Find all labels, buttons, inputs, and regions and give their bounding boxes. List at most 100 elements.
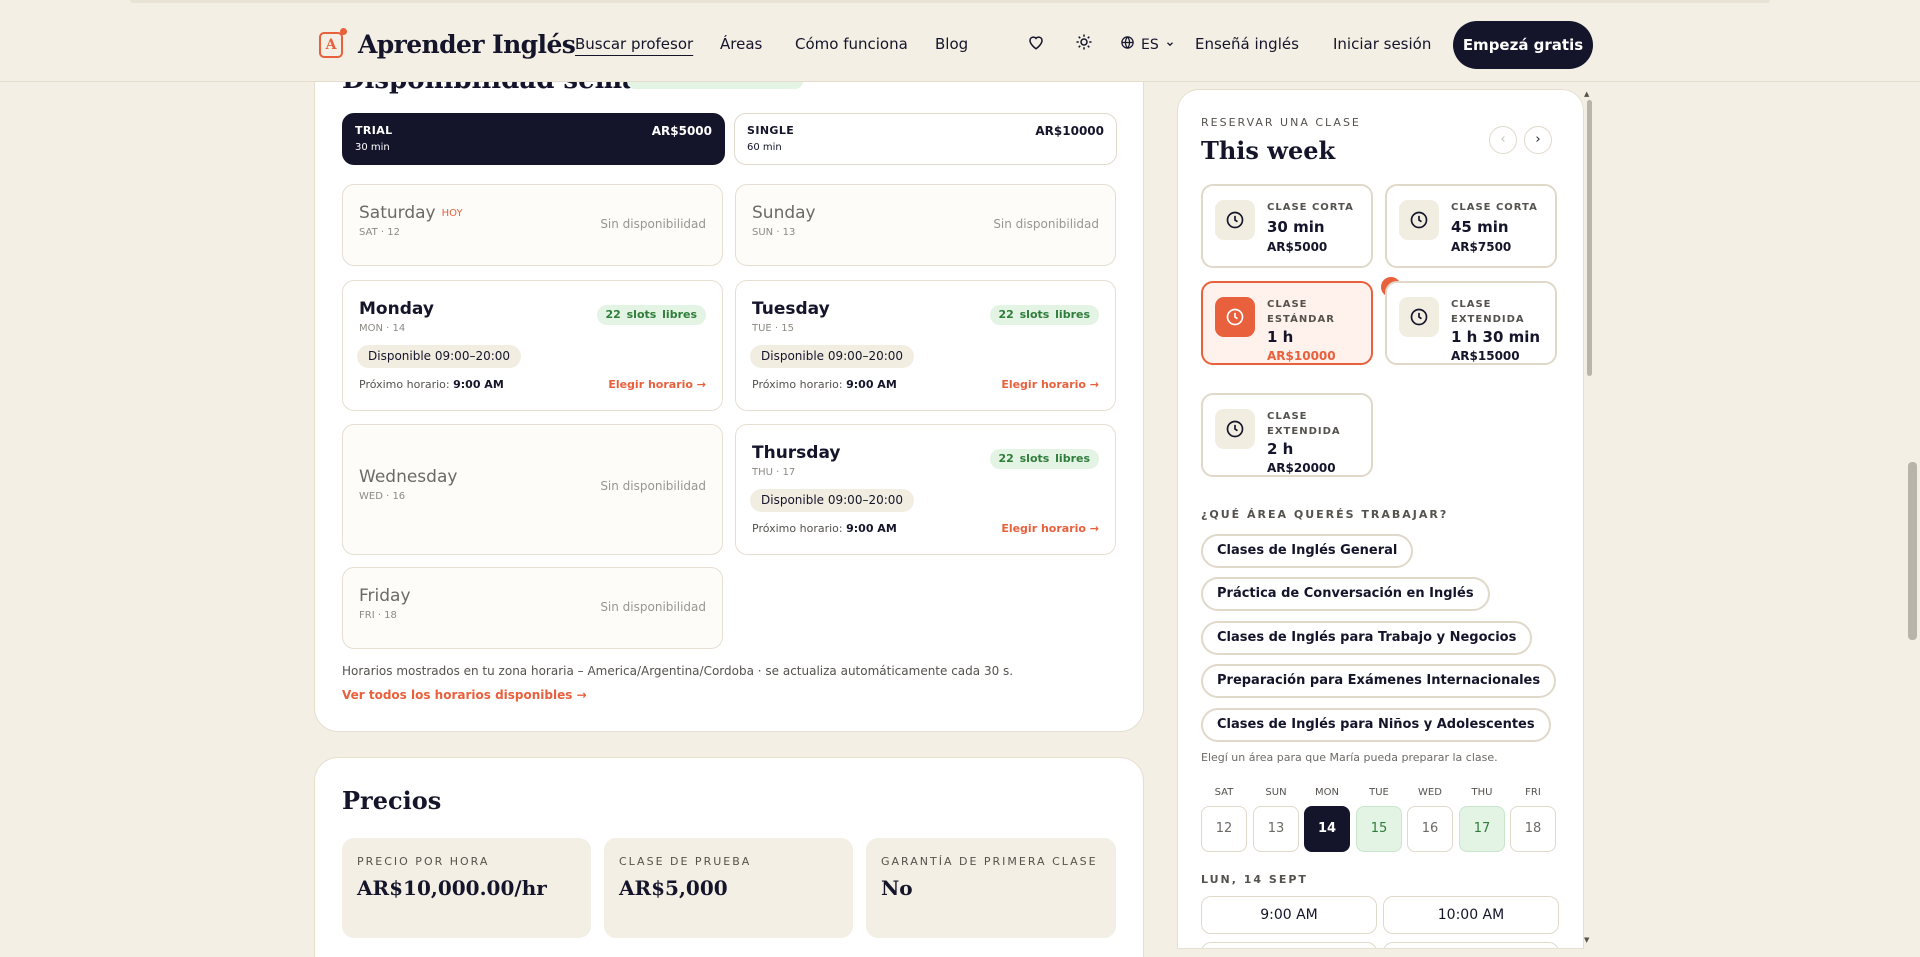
day-name: Wednesday (359, 467, 458, 487)
day-name: Thursday (752, 443, 841, 463)
top-sliver (130, 0, 1770, 3)
next-week-button[interactable]: › (1524, 126, 1552, 154)
plan-price: AR$10000 (1035, 124, 1104, 138)
duration-price: AR$15000 (1451, 349, 1520, 363)
area-option-business[interactable]: Clases de Inglés para Trabajo y Negocios (1201, 621, 1533, 655)
booking-label: RESERVAR UNA CLASE (1201, 116, 1361, 129)
duration-option-1-h-30-min[interactable]: CLASE EXTENDIDA 1 h 30 min AR$15000 (1385, 281, 1557, 365)
pick-time-link[interactable]: Elegir horario → (1001, 522, 1099, 535)
price-label: PRECIO POR HORA (357, 855, 490, 868)
timezone-note: Horarios mostrados en tu zona horaria – … (342, 664, 1014, 678)
day-card-thursday[interactable]: Thursday THU · 17 22 slots libres Dispon… (735, 424, 1116, 555)
sun-icon[interactable] (1075, 33, 1093, 56)
plan-duration: 60 min (747, 142, 782, 153)
clock-icon (1215, 297, 1255, 337)
trial-class-box: CLASE DE PRUEBA AR$5,000 (604, 838, 853, 938)
day-date: SAT · 12 (359, 227, 400, 238)
calendar-day-18[interactable]: 18 (1510, 806, 1556, 852)
calendar-day-16[interactable]: 16 (1407, 806, 1453, 852)
price-value: AR$10,000.00/hr (357, 876, 547, 900)
prices-title: Precios (342, 786, 442, 815)
nav-areas[interactable]: Áreas (720, 35, 762, 53)
next-slot: Próximo horario: 9:00 AM (359, 378, 504, 391)
availability-range: Disponible 09:00–20:00 (750, 489, 915, 512)
duration-option-2-h[interactable]: CLASE EXTENDIDA 2 h AR$20000 (1201, 393, 1373, 477)
duration-option-1-h[interactable]: CLASE ESTÁNDAR 1 h AR$10000 ✓ (1201, 275, 1403, 365)
area-option-kids[interactable]: Clases de Inglés para Niños y Adolescent… (1201, 708, 1551, 742)
time-slot-partial[interactable] (1201, 942, 1377, 948)
login-link[interactable]: Iniciar sesión (1333, 35, 1431, 53)
slots-badge: 22 slots libres (989, 449, 1099, 469)
day-card-monday[interactable]: Monday MON · 14 22 slots libres Disponib… (342, 280, 723, 411)
clock-icon (1399, 297, 1439, 337)
duration-time: 30 min (1267, 218, 1325, 236)
area-option-general[interactable]: Clases de Inglés General (1201, 534, 1414, 568)
calendar-day-12[interactable]: 12 (1201, 806, 1247, 852)
logo-icon[interactable]: A (319, 28, 347, 58)
calendar-day-17[interactable]: 17 (1459, 806, 1505, 852)
start-free-button[interactable]: Empezá gratis (1453, 21, 1593, 69)
panel-scrollbar-thumb[interactable] (1587, 100, 1592, 376)
nav-como-funciona[interactable]: Cómo funciona (795, 35, 908, 53)
brand-name[interactable]: Aprender Inglés (358, 30, 576, 59)
day-name: Monday (359, 299, 434, 319)
calendar-weekday: THU (1471, 787, 1493, 798)
price-label: CLASE DE PRUEBA (619, 855, 752, 868)
calendar-day-14[interactable]: 14 (1304, 806, 1350, 852)
no-availability-text: Sin disponibilidad (600, 217, 706, 231)
calendar-day-15[interactable]: 15 (1356, 806, 1402, 852)
price-value: AR$5,000 (619, 876, 728, 900)
selected-date-label: LUN, 14 SEPT (1201, 873, 1308, 886)
scroll-down-icon[interactable]: ▼ (1584, 936, 1589, 944)
next-slot: Próximo horario: 9:00 AM (752, 522, 897, 535)
area-option-exams[interactable]: Preparación para Exámenes Internacionale… (1201, 664, 1557, 698)
page-scrollbar-thumb[interactable] (1908, 462, 1917, 640)
language-selector[interactable]: ES (1120, 35, 1175, 54)
day-date: SUN · 13 (752, 227, 796, 238)
availability-range: Disponible 09:00–20:00 (357, 345, 522, 368)
duration-option-45-min[interactable]: CLASE CORTA 45 min AR$7500 (1385, 184, 1557, 268)
day-name: Friday (359, 586, 411, 606)
time-slot-partial[interactable] (1383, 942, 1559, 948)
plan-single[interactable]: SINGLE 60 min AR$10000 (734, 113, 1117, 165)
pick-time-link[interactable]: Elegir horario → (1001, 378, 1099, 391)
duration-price: AR$7500 (1451, 240, 1512, 254)
slots-badge: 22 slots libres (989, 305, 1099, 325)
duration-price: AR$20000 (1267, 461, 1336, 475)
availability-range: Disponible 09:00–20:00 (750, 345, 915, 368)
day-name: Sunday (752, 203, 816, 223)
duration-time: 2 h (1267, 440, 1294, 458)
all-times-link[interactable]: Ver todos los horarios disponibles → (342, 688, 587, 702)
duration-option-30-min[interactable]: CLASE CORTA 30 min AR$5000 (1201, 184, 1373, 268)
prev-week-button[interactable]: ‹ (1489, 126, 1517, 154)
plan-trial[interactable]: TRIAL 30 min AR$5000 (342, 113, 725, 165)
day-name: Tuesday (752, 299, 830, 319)
slots-badge: 22 slots libres (596, 305, 706, 325)
day-date: FRI · 18 (359, 610, 397, 621)
globe-icon (1120, 35, 1135, 54)
calendar-day-13[interactable]: 13 (1253, 806, 1299, 852)
area-option-conversation[interactable]: Práctica de Conversación en Inglés (1201, 577, 1490, 611)
language-code: ES (1141, 36, 1159, 53)
day-name: Saturday HOY (359, 203, 463, 223)
clock-icon (1399, 200, 1439, 240)
clock-icon (1215, 409, 1255, 449)
clock-icon (1215, 200, 1255, 240)
heart-icon[interactable] (1027, 33, 1045, 56)
calendar-weekday: WED (1418, 787, 1442, 798)
time-slot-9am[interactable]: 9:00 AM (1201, 896, 1377, 934)
teach-link[interactable]: Enseñá inglés (1195, 35, 1299, 53)
nav-blog[interactable]: Blog (935, 35, 968, 53)
pick-time-link[interactable]: Elegir horario → (608, 378, 706, 391)
scroll-up-icon[interactable]: ▲ (1584, 90, 1589, 98)
time-slot-10am[interactable]: 10:00 AM (1383, 896, 1559, 934)
nav-buscar-profesor[interactable]: Buscar profesor (575, 35, 693, 53)
today-badge: HOY (441, 208, 463, 219)
duration-kind: CLASE CORTA (1267, 202, 1354, 213)
day-date: THU · 17 (752, 467, 796, 478)
day-card-tuesday[interactable]: Tuesday TUE · 15 22 slots libres Disponi… (735, 280, 1116, 411)
prices-card: Precios PRECIO POR HORA AR$10,000.00/hr … (314, 757, 1144, 957)
calendar-weekday: FRI (1525, 787, 1541, 798)
availability-card: Disponibilidad semanal TRIAL 30 min AR$5… (314, 40, 1144, 732)
day-date: WED · 16 (359, 491, 406, 502)
